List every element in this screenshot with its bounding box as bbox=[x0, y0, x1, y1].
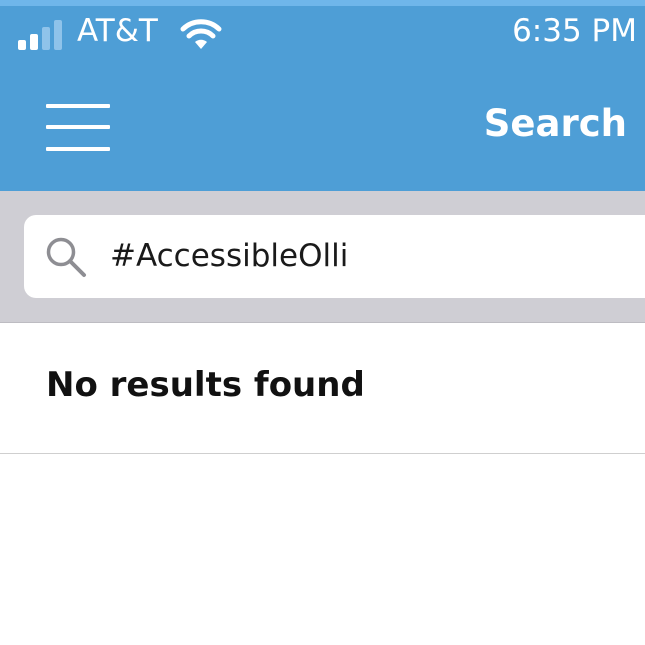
search-bar-container bbox=[0, 191, 645, 323]
hamburger-menu-icon[interactable] bbox=[46, 98, 112, 158]
search-input[interactable] bbox=[110, 225, 630, 287]
search-field[interactable] bbox=[24, 215, 645, 298]
page-title: Search bbox=[483, 102, 627, 145]
search-icon bbox=[46, 237, 86, 277]
carrier-label: AT&T bbox=[77, 13, 158, 49]
search-screen: AT&T 6:35 PM Search No results found bbox=[0, 0, 645, 645]
status-time: 6:35 PM bbox=[512, 13, 637, 49]
app-header: AT&T 6:35 PM Search bbox=[0, 0, 645, 191]
results-list: No results found bbox=[0, 323, 645, 454]
cellular-signal-icon bbox=[18, 20, 62, 50]
wifi-icon bbox=[180, 19, 222, 49]
no-results-message: No results found bbox=[46, 365, 365, 405]
